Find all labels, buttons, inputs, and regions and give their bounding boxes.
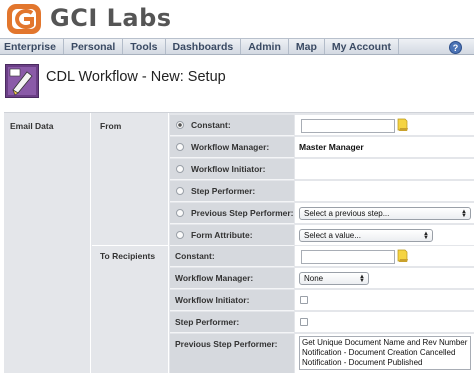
brand-name[interactable]: GCI Labs bbox=[50, 4, 172, 32]
address-book-icon[interactable] bbox=[397, 249, 409, 263]
from-form-attribute-select[interactable]: Select a value... ▲ ▼ bbox=[299, 229, 433, 242]
group-column: From To Recipients bbox=[92, 113, 169, 373]
to-previous-step-performer-label: Previous Step Performer: bbox=[175, 339, 278, 349]
from-constant-input[interactable] bbox=[301, 119, 395, 133]
from-workflow-manager-row: Workflow Manager: Master Manager bbox=[170, 137, 474, 159]
to-constant-input[interactable] bbox=[301, 250, 395, 264]
section-column: Email Data bbox=[4, 113, 91, 373]
nav-item-enterprise[interactable]: Enterprise bbox=[0, 39, 64, 54]
from-step-performer-radio[interactable] bbox=[176, 187, 184, 195]
to-workflow-manager-label: Workflow Manager: bbox=[175, 273, 254, 283]
to-workflow-initiator-label: Workflow Initiator: bbox=[175, 295, 250, 305]
from-previous-step-select[interactable]: Select a previous step... ▲ ▼ bbox=[299, 207, 471, 220]
from-workflow-manager-value: Master Manager bbox=[299, 142, 364, 152]
to-step-performer-checkbox[interactable] bbox=[300, 318, 308, 326]
from-form-attribute-select-value: Select a value... bbox=[304, 231, 361, 240]
to-workflow-manager-select-value: None bbox=[304, 274, 324, 283]
to-workflow-manager-select[interactable]: None ▲ ▼ bbox=[299, 272, 369, 285]
from-step-performer-row: Step Performer: bbox=[170, 181, 474, 203]
from-workflow-initiator-label: Workflow Initiator: bbox=[191, 164, 266, 174]
from-previous-step-performer-radio[interactable] bbox=[176, 209, 184, 217]
select-arrows-icon: ▲ ▼ bbox=[461, 209, 467, 219]
to-constant-row: Constant: bbox=[170, 246, 474, 268]
to-constant-label: Constant: bbox=[175, 251, 215, 261]
nav-item-map[interactable]: Map bbox=[289, 39, 325, 54]
from-workflow-manager-radio[interactable] bbox=[176, 143, 184, 151]
to-step-performer-row: Step Performer: bbox=[170, 312, 474, 334]
from-workflow-initiator-row: Workflow Initiator: bbox=[170, 159, 474, 181]
group-divider bbox=[92, 245, 169, 246]
select-arrows-icon: ▲ ▼ bbox=[423, 231, 429, 241]
help-icon[interactable]: ? bbox=[449, 41, 462, 54]
from-constant-row: Constant: bbox=[170, 115, 474, 137]
from-step-performer-label: Step Performer: bbox=[191, 186, 256, 196]
from-form-attribute-label: Form Attribute: bbox=[191, 230, 253, 240]
nav-item-tools[interactable]: Tools bbox=[123, 39, 166, 54]
list-item[interactable]: Get Unique Document Name and Rev Number bbox=[302, 338, 468, 348]
from-constant-label: Constant: bbox=[191, 120, 231, 130]
to-previous-step-performer-row: Previous Step Performer: Get Unique Docu… bbox=[170, 334, 474, 373]
to-workflow-manager-row: Workflow Manager: None ▲ ▼ bbox=[170, 268, 474, 290]
to-workflow-initiator-row: Workflow Initiator: bbox=[170, 290, 474, 312]
nav-item-personal[interactable]: Personal bbox=[64, 39, 124, 54]
from-workflow-manager-label: Workflow Manager: bbox=[191, 142, 270, 152]
email-data-label: Email Data bbox=[10, 121, 54, 131]
workflow-icon bbox=[5, 64, 39, 98]
nav-item-dashboards[interactable]: Dashboards bbox=[166, 39, 242, 54]
list-item[interactable]: Notification - Document Creation Cancell… bbox=[302, 348, 468, 358]
from-form-attribute-row: Form Attribute: Select a value... ▲ ▼ bbox=[170, 225, 474, 247]
from-previous-step-performer-row: Previous Step Performer: Select a previo… bbox=[170, 203, 474, 225]
to-recipients-label: To Recipients bbox=[100, 251, 156, 261]
nav-item-admin[interactable]: Admin bbox=[241, 39, 289, 54]
from-label: From bbox=[100, 121, 122, 131]
page-title: CDL Workflow - New: Setup bbox=[46, 69, 226, 85]
from-constant-radio[interactable] bbox=[176, 121, 184, 129]
from-workflow-initiator-radio[interactable] bbox=[176, 165, 184, 173]
from-previous-step-select-value: Select a previous step... bbox=[304, 209, 390, 218]
to-step-performer-label: Step Performer: bbox=[175, 317, 240, 327]
to-previous-step-listbox[interactable]: Get Unique Document Name and Rev Number … bbox=[299, 336, 471, 370]
email-data-form: Email Data From To Recipients Constant: … bbox=[4, 112, 474, 373]
main-nav: Enterprise Personal Tools Dashboards Adm… bbox=[0, 38, 474, 55]
header: GCI Labs bbox=[0, 0, 474, 38]
page-header: CDL Workflow - New: Setup bbox=[0, 56, 474, 100]
nav-item-my-account[interactable]: My Account bbox=[325, 39, 400, 54]
gci-logo-icon bbox=[7, 4, 41, 34]
select-arrows-icon: ▲ ▼ bbox=[359, 274, 365, 284]
list-item[interactable]: Notification - Document Published bbox=[302, 358, 468, 368]
address-book-icon[interactable] bbox=[397, 118, 409, 132]
from-previous-step-performer-label: Previous Step Performer: bbox=[191, 208, 294, 218]
from-form-attribute-radio[interactable] bbox=[176, 231, 184, 239]
to-workflow-initiator-checkbox[interactable] bbox=[300, 296, 308, 304]
